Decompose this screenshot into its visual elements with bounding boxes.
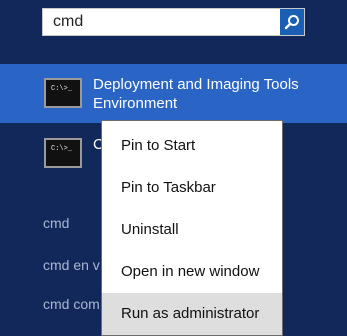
menu-item-pin-to-taskbar[interactable]: Pin to Taskbar [102,167,282,209]
command-prompt-icon: C:\>_ [44,78,82,108]
search-input[interactable] [43,9,283,35]
prompt-glyph: C:\>_ [51,145,73,153]
suggestion-item[interactable]: cmd com [43,296,100,312]
search-icon [284,15,299,30]
prompt-glyph: C:\>_ [51,85,73,93]
context-menu: Pin to Start Pin to Taskbar Uninstall Op… [101,120,283,336]
menu-item-pin-to-start[interactable]: Pin to Start [102,125,282,167]
menu-item-run-as-administrator[interactable]: Run as administrator [102,293,282,335]
search-button[interactable] [280,9,304,35]
suggestion-item[interactable]: cmd en v [43,257,100,273]
result-label: Deployment and Imaging Tools Environment [93,75,299,113]
menu-item-open-new-window[interactable]: Open in new window [102,251,282,293]
search-box[interactable] [42,8,305,36]
menu-item-uninstall[interactable]: Uninstall [102,209,282,251]
result-label-line1: Deployment and Imaging Tools [93,76,299,93]
command-prompt-icon: C:\>_ [44,138,82,168]
result-label-line2: Environment [93,95,178,112]
suggestion-item[interactable]: cmd [43,215,69,231]
result-deployment-imaging-tools[interactable]: C:\>_ Deployment and Imaging Tools Envir… [0,64,347,123]
